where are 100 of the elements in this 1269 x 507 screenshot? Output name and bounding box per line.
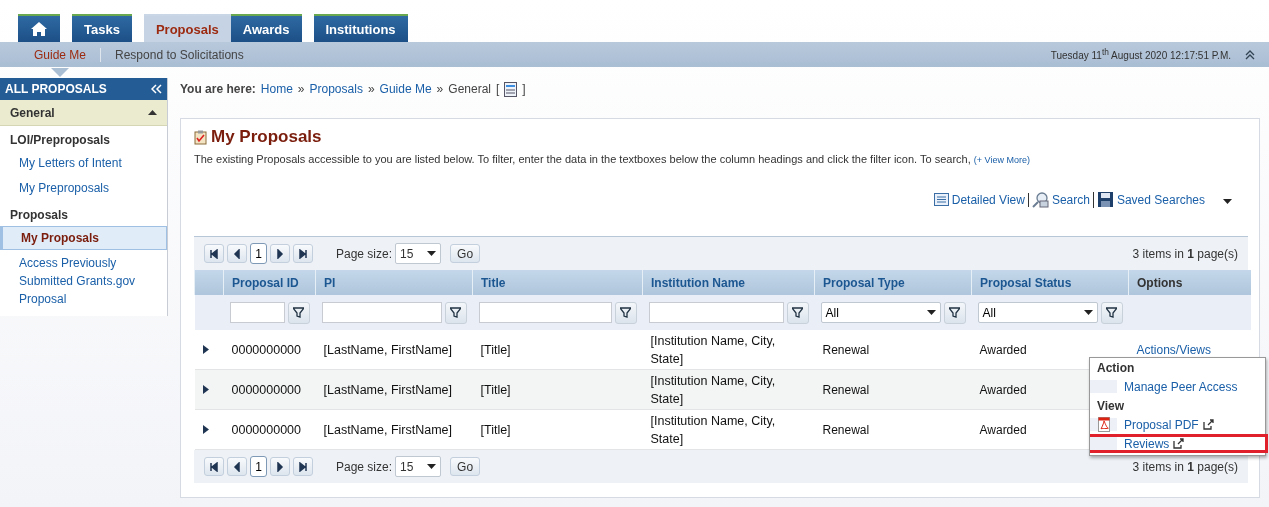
page-size-select[interactable]: 15 xyxy=(395,243,442,264)
menu-item[interactable]: Proposal PDF xyxy=(1090,415,1265,434)
pdf-icon xyxy=(1097,417,1110,432)
sidebar-link[interactable]: My Proposals xyxy=(0,226,167,250)
filter-button[interactable] xyxy=(287,301,310,324)
nav-tab[interactable]: Awards xyxy=(230,14,302,42)
bracket: [ xyxy=(496,82,500,96)
sidebar-link[interactable]: My Letters of Intent xyxy=(0,151,167,175)
table-cell: [Institution Name, City, State] xyxy=(650,413,776,446)
filter-button[interactable] xyxy=(943,301,966,324)
toolbar-link[interactable]: Saved Searches xyxy=(1096,191,1208,208)
nav-tab[interactable]: Institutions xyxy=(313,14,408,42)
filter-select[interactable]: All xyxy=(820,302,941,323)
nav-tab[interactable]: Proposals xyxy=(143,14,231,42)
last-page-icon xyxy=(298,248,308,259)
column-header[interactable]: Proposal ID xyxy=(223,270,316,295)
table-cell: 0000000000 xyxy=(231,342,302,357)
search-icon xyxy=(1031,191,1049,208)
next-page-button[interactable] xyxy=(270,244,290,263)
filter-icon xyxy=(792,307,803,318)
table-cell: Awarded xyxy=(979,422,1027,437)
toolbar-link[interactable]: Detailed View xyxy=(933,192,1029,207)
filter-input[interactable] xyxy=(229,302,285,323)
first-page-icon xyxy=(209,248,219,259)
bracket: ] xyxy=(522,82,526,96)
filter-icon xyxy=(450,307,461,318)
collapse-icon[interactable] xyxy=(1245,49,1255,60)
table-cell: Renewal xyxy=(822,342,870,357)
menu-section-heading: View xyxy=(1096,398,1126,415)
first-page-button[interactable] xyxy=(204,244,224,263)
page-title: My Proposals xyxy=(211,127,322,147)
menu-item[interactable]: Reviews xyxy=(1090,434,1268,453)
page-size-label: Page size: xyxy=(336,246,393,261)
sidebar-link[interactable]: My Preproposals xyxy=(0,176,167,200)
toolbar-link[interactable]: Search xyxy=(1031,191,1094,208)
first-page-button[interactable] xyxy=(204,457,224,476)
filter-icon xyxy=(1106,307,1117,318)
collapse-icon xyxy=(148,110,157,115)
go-button[interactable]: Go xyxy=(450,457,481,476)
sub-nav-link[interactable]: Respond to Solicitations xyxy=(101,47,258,62)
page-number-button[interactable]: 1 xyxy=(250,456,267,477)
next-page-icon xyxy=(275,461,285,472)
last-page-button[interactable] xyxy=(293,457,313,476)
collapse-sidebar-icon[interactable] xyxy=(151,84,162,94)
column-header[interactable]: Institution Name xyxy=(642,270,815,295)
breadcrumb-separator: » xyxy=(367,82,375,96)
save-icon xyxy=(1096,191,1114,208)
column-header[interactable]: PI xyxy=(315,270,473,295)
breadcrumb-separator: » xyxy=(297,82,305,96)
breadcrumb-link[interactable]: Proposals xyxy=(309,82,363,96)
column-header[interactable]: Options xyxy=(1128,270,1251,295)
section-header[interactable]: General xyxy=(0,100,167,126)
caret-icon xyxy=(427,251,437,256)
column-header[interactable]: Proposal Status xyxy=(971,270,1129,295)
page-description: The existing Proposals accessible to you are listed below. To filter, enter the data in the textboxes below the column headings and click the filter icon. To search, xyxy=(194,153,971,165)
items-summary: 3 items in 1 page(s) xyxy=(1132,246,1238,261)
filter-input[interactable] xyxy=(478,302,612,323)
column-header[interactable]: Title xyxy=(472,270,643,295)
filter-select[interactable]: All xyxy=(977,302,1098,323)
table-cell: 0000000000 xyxy=(231,422,302,437)
last-page-button[interactable] xyxy=(293,244,313,263)
filter-input[interactable] xyxy=(648,302,784,323)
menu-item[interactable]: Manage Peer Access xyxy=(1090,377,1265,396)
filter-button[interactable] xyxy=(444,301,467,324)
go-button[interactable]: Go xyxy=(450,244,481,263)
filter-button[interactable] xyxy=(786,301,809,324)
layout-icon[interactable] xyxy=(504,81,518,97)
page-size-select[interactable]: 15 xyxy=(395,456,442,477)
breadcrumb-link[interactable]: Guide Me xyxy=(379,82,432,96)
sub-nav-link[interactable]: Guide Me xyxy=(20,47,102,62)
actions-views-link[interactable]: Actions/Views xyxy=(1136,342,1211,357)
previous-page-icon xyxy=(232,461,242,472)
breadcrumb-link[interactable]: Home xyxy=(260,82,293,96)
page-number-button[interactable]: 1 xyxy=(250,243,267,264)
column-header[interactable]: Proposal Type xyxy=(814,270,972,295)
sidebar-link[interactable]: Access Previously Submitted Grants.gov Proposal xyxy=(0,251,167,311)
caret-icon xyxy=(926,310,936,315)
page-size-label: Page size: xyxy=(336,459,393,474)
next-page-icon xyxy=(275,248,285,259)
view-more-link[interactable]: (+ View More) xyxy=(973,155,1030,165)
home-icon xyxy=(30,21,48,37)
expand-row-icon[interactable] xyxy=(202,344,209,354)
previous-page-icon xyxy=(232,248,242,259)
filter-icon xyxy=(293,307,304,318)
filter-button[interactable] xyxy=(614,301,637,324)
expand-row-icon[interactable] xyxy=(202,424,209,434)
previous-page-button[interactable] xyxy=(227,457,247,476)
next-page-button[interactable] xyxy=(270,457,290,476)
expand-row-icon[interactable] xyxy=(202,384,209,394)
previous-page-button[interactable] xyxy=(227,244,247,263)
items-summary: 3 items in 1 page(s) xyxy=(1132,459,1238,474)
filter-input[interactable] xyxy=(321,302,442,323)
breadcrumb-prefix: You are here: xyxy=(180,82,256,96)
first-page-icon xyxy=(209,461,219,472)
nav-tab[interactable]: Tasks xyxy=(72,14,132,42)
table-cell: [Title] xyxy=(480,422,511,437)
table-cell: Awarded xyxy=(979,382,1027,397)
filter-button[interactable] xyxy=(1100,301,1123,324)
caret-icon xyxy=(427,464,437,469)
home-tab[interactable] xyxy=(18,14,60,42)
